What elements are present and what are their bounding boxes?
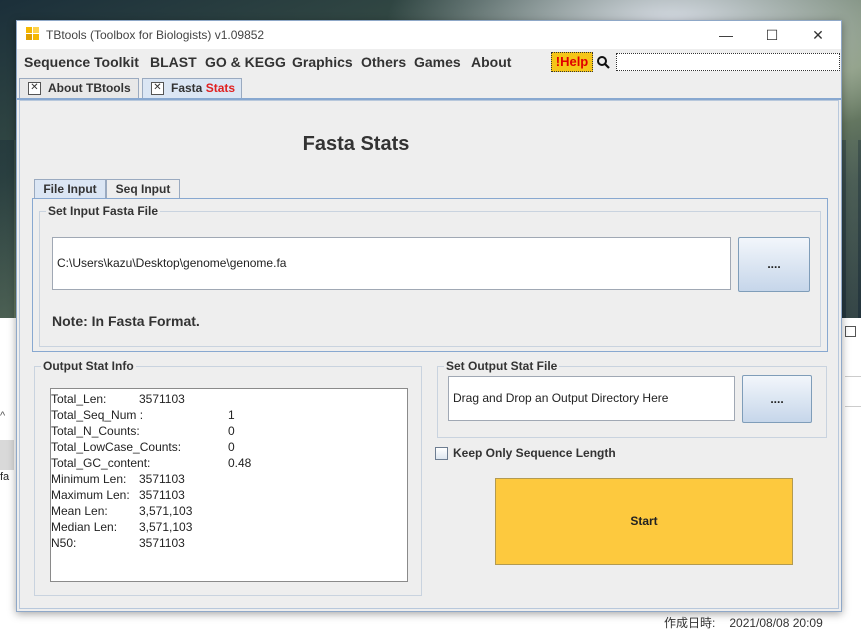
stat-value: 3,571,103 (139, 504, 193, 518)
stat-value: 0 (228, 440, 235, 454)
stat-value: 3,571,103 (139, 520, 193, 534)
stat-key: Total_GC_content: (51, 456, 151, 470)
stat-key: Total_N_Counts: (51, 424, 140, 438)
close-tab-icon[interactable]: ✕ (28, 82, 41, 95)
format-note: Note: In Fasta Format. (52, 313, 200, 329)
stat-row: Total_Len: 3571103 (51, 391, 407, 407)
group-legend: Output Stat Info (41, 359, 136, 373)
search-input[interactable] (616, 53, 840, 71)
stat-row: Total_GC_content: 0.48 (51, 455, 407, 471)
created-label: 作成日時: (664, 616, 716, 630)
tab-about-tbtools[interactable]: ✕ About TBtools (19, 78, 139, 98)
fasta-stats-panel: Fasta Stats File Input Seq Input Set Inp… (19, 100, 839, 609)
tab-file-input[interactable]: File Input (34, 179, 106, 198)
keep-length-checkbox[interactable] (435, 447, 448, 460)
created-value: 2021/08/08 20:09 (729, 616, 823, 630)
tbtools-window: TBtools (Toolbox for Biologists) v1.0985… (16, 20, 842, 612)
search-icon[interactable] (596, 55, 610, 69)
stat-key: Total_LowCase_Counts: (51, 440, 182, 454)
stat-key: Median Len: (51, 520, 118, 534)
tab-fasta-stats[interactable]: ✕ Fasta Stats (142, 78, 242, 98)
stat-key: N50: (51, 536, 77, 550)
close-button[interactable]: ✕ (795, 21, 841, 49)
menu-sequence-toolkit[interactable]: Sequence Toolkit (24, 54, 139, 70)
tab-label-prefix: Fasta (171, 81, 203, 95)
stat-value: 0 (228, 424, 235, 438)
menu-games[interactable]: Games (414, 54, 461, 70)
explorer-file-label: fa (0, 471, 10, 483)
stats-textarea[interactable]: Total_Len: 3571103 Total_Seq_Num :1 Total_N… (50, 388, 408, 582)
stat-value: 3571103 (139, 392, 185, 406)
stat-row: Maximum Len: 3571103 (51, 487, 407, 503)
start-button[interactable]: Start (495, 478, 793, 565)
stat-key: Minimum Len: (51, 472, 127, 486)
document-tab-strip: ✕ About TBtools ✕ Fasta Stats (17, 74, 841, 100)
stat-value: 0.48 (228, 456, 252, 470)
menu-go-kegg[interactable]: GO & KEGG (205, 54, 286, 70)
menu-graphics[interactable]: Graphics (292, 54, 353, 70)
close-tab-icon[interactable]: ✕ (151, 82, 164, 95)
group-legend: Set Input Fasta File (46, 204, 161, 218)
stat-row: N50: 3571103 (51, 535, 407, 551)
stat-key: Total_Len: (51, 392, 107, 406)
stat-value: 3571103 (139, 472, 185, 486)
group-legend: Set Output Stat File (444, 359, 560, 373)
minimize-button[interactable]: — (703, 21, 749, 49)
window-title: TBtools (Toolbox for Biologists) v1.0985… (46, 28, 265, 42)
stat-key: Mean Len: (51, 504, 108, 518)
explorer-divider (845, 406, 861, 407)
keep-length-label: Keep Only Sequence Length (453, 446, 616, 460)
stat-key: Total_Seq_Num : (51, 408, 144, 422)
stat-row: Mean Len: 3,571,103 (51, 503, 407, 519)
stat-row: Total_LowCase_Counts: 0 (51, 439, 407, 455)
menu-others[interactable]: Others (361, 54, 406, 70)
file-created-meta: 作成日時: 2021/08/08 20:09 (664, 614, 823, 631)
menu-blast[interactable]: BLAST (150, 54, 197, 70)
explorer-checkbox[interactable] (845, 326, 856, 337)
stat-value: 3571103 (139, 536, 185, 550)
page-title: Fasta Stats (302, 133, 410, 155)
title-bar[interactable]: TBtools (Toolbox for Biologists) v1.0985… (17, 21, 841, 49)
stat-row: Total_N_Counts: 0 (51, 423, 407, 439)
explorer-caret: ^ (0, 410, 6, 422)
tab-label: About TBtools (48, 81, 131, 95)
stat-row: Median Len: 3,571,103 (51, 519, 407, 535)
help-button[interactable]: !Help (551, 52, 593, 72)
output-directory-field[interactable]: Drag and Drop an Output Directory Here (448, 376, 735, 421)
maximize-button[interactable]: ☐ (749, 21, 795, 49)
browse-input-button[interactable]: .... (738, 237, 810, 292)
browse-output-button[interactable]: .... (742, 375, 812, 423)
stat-row: Minimum Len: 3571103 (51, 471, 407, 487)
tab-label-suffix: Stats (205, 81, 236, 95)
stat-key: Maximum Len: (51, 488, 130, 502)
explorer-divider (845, 376, 861, 377)
stat-value: 3571103 (139, 488, 185, 502)
stat-row: Total_Seq_Num : 1 (51, 407, 407, 423)
stat-value: 1 (228, 408, 235, 422)
tab-seq-input[interactable]: Seq Input (106, 179, 180, 198)
tbtools-logo-icon (26, 27, 40, 41)
menu-about[interactable]: About (471, 54, 511, 70)
input-fasta-path-field[interactable]: C:\Users\kazu\Desktop\genome\genome.fa (52, 237, 731, 290)
explorer-selected-row (0, 440, 14, 470)
